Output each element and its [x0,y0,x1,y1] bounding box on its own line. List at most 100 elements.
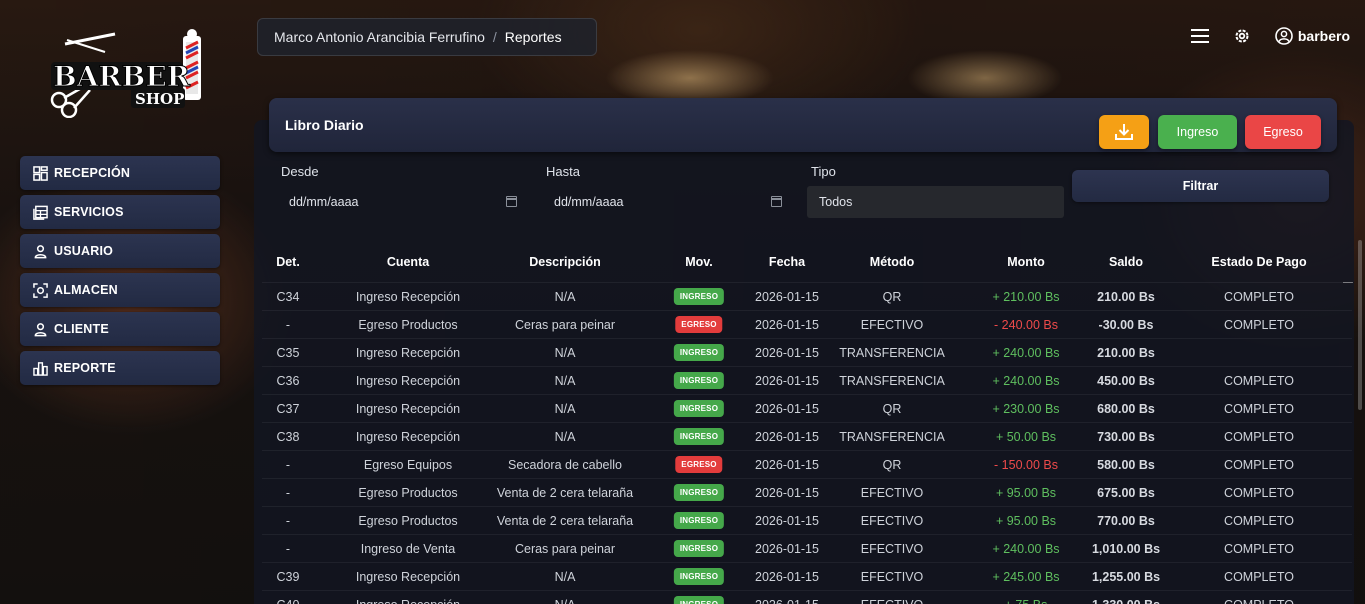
cell-fecha: 2026-01-15 [755,430,819,444]
cell-fecha: 2026-01-15 [755,346,819,360]
cell-monto: + 245.00 Bs [992,570,1060,584]
cell-det: - [285,542,291,556]
desde-date-input[interactable]: dd/mm/aaaa [281,186,525,218]
cell-saldo: 675.00 Bs [1097,486,1155,500]
mov-badge: INGRESO [673,372,725,389]
cell-desc: Ceras para peinar [514,542,616,556]
table-row[interactable]: - Egreso Equipos Secadora de cabello EGRESO… [262,450,1352,478]
sidebar-item-label: RECEPCIÓN [54,166,131,180]
calendar-icon[interactable] [771,196,782,207]
cell-estado: COMPLETO [1224,542,1294,556]
cell-estado: COMPLETO [1224,486,1294,500]
cell-saldo: 1,010.00 Bs [1091,542,1161,556]
calendar-icon[interactable] [506,196,517,207]
table-row[interactable]: C40 Ingreso Recepción N/A INGRESO 2026-01-15… [262,590,1352,604]
sidebar-item-label: REPORTE [54,361,116,375]
sidebar-item-servicios[interactable]: SERVICIOS [20,195,220,229]
cell-saldo: 210.00 Bs [1097,290,1155,304]
cell-saldo: 580.00 Bs [1097,458,1155,472]
mov-badge: INGRESO [673,484,725,501]
gear-icon[interactable] [1232,26,1252,46]
tipo-value: Todos [819,195,853,209]
username-label[interactable]: barbero [1298,28,1350,44]
cell-monto: + 240.00 Bs [992,374,1060,388]
sidebar-item-label: ALMACEN [54,283,118,297]
cell-det: C40 [277,598,300,604]
cell-metodo: EFECTIVO [860,514,924,528]
cell-saldo: -30.00 Bs [1098,318,1154,332]
table-row[interactable]: - Egreso Productos Ceras para peinar EGRESO… [262,310,1352,338]
hasta-date-input[interactable]: dd/mm/aaaa [546,186,790,218]
cell-saldo: 1,255.00 Bs [1091,570,1161,584]
mov-badge: EGRESO [675,456,723,473]
table-row[interactable]: C38 Ingreso Recepción N/A INGRESO 2026-01-15… [262,422,1352,450]
sidebar-item-usuario[interactable]: USUARIO [20,234,220,268]
cell-monto: - 240.00 Bs [994,318,1058,332]
mov-badge: EGRESO [675,316,723,333]
table-row[interactable]: - Egreso Productos Venta de 2 cera telarañ… [262,506,1352,534]
cell-desc: Venta de 2 cera telaraña [496,514,634,528]
col-saldo: Saldo [1108,255,1144,269]
sidebar-item-label: SERVICIOS [54,205,124,219]
cell-fecha: 2026-01-15 [755,374,819,388]
egreso-button[interactable]: Egreso [1245,115,1321,149]
cell-metodo: QR [882,402,902,416]
sidebar-item-almacen[interactable]: ALMACEN [20,273,220,307]
hasta-value: dd/mm/aaaa [554,195,624,209]
cell-metodo: EFECTIVO [860,318,924,332]
ingreso-button[interactable]: Ingreso [1158,115,1237,149]
cell-monto: + 95.00 Bs [995,486,1057,500]
sidebar-item-label: CLIENTE [54,322,109,336]
cell-det: - [285,318,291,332]
col-descripcion: Descripción [529,255,601,269]
cell-cuenta: Ingreso Recepción [355,290,461,304]
user-circle-icon[interactable] [1274,26,1294,46]
cell-cuenta: Ingreso Recepción [355,402,461,416]
table-row[interactable]: C37 Ingreso Recepción N/A INGRESO 2026-01-15… [262,394,1352,422]
menu-icon[interactable] [1190,26,1210,46]
cell-metodo: TRANSFERENCIA [839,374,945,388]
col-estado: Estado De Pago [1211,255,1307,269]
table-row[interactable]: C36 Ingreso Recepción N/A INGRESO 2026-01-15… [262,366,1352,394]
cell-monto: + 240.00 Bs [992,542,1060,556]
col-cuenta: Cuenta [386,255,430,269]
download-button[interactable] [1099,115,1149,149]
cell-metodo: QR [882,458,902,472]
scrollbar[interactable] [1358,240,1362,410]
cell-fecha: 2026-01-15 [755,570,819,584]
warehouse-scan-icon [33,282,48,298]
filter-button[interactable]: Filtrar [1072,170,1329,202]
desde-value: dd/mm/aaaa [289,195,359,209]
cell-cuenta: Ingreso Recepción [355,374,461,388]
cell-metodo: TRANSFERENCIA [839,430,945,444]
sidebar-item-recepcion[interactable]: RECEPCIÓN [20,156,220,190]
cell-desc: N/A [554,570,576,584]
mov-badge: INGRESO [673,288,725,305]
cell-monto: + 50.00 Bs [995,430,1057,444]
cell-monto: + 75 Bs [1005,598,1048,604]
cell-cuenta: Egreso Productos [358,514,458,528]
cell-desc: Venta de 2 cera telaraña [496,486,634,500]
cell-monto: - 150.00 Bs [994,458,1058,472]
cell-det: - [285,458,291,472]
cell-estado: COMPLETO [1224,430,1294,444]
tipo-select[interactable]: Todos [807,186,1064,218]
breadcrumb-parent[interactable]: Marco Antonio Arancibia Ferrufino [274,29,485,45]
col-fecha: Fecha [768,255,806,269]
table-row[interactable]: C35 Ingreso Recepción N/A INGRESO 2026-01-15… [262,338,1352,366]
breadcrumb-separator: / [492,29,497,45]
cell-fecha: 2026-01-15 [755,402,819,416]
cell-fecha: 2026-01-15 [755,486,819,500]
table-row[interactable]: C39 Ingreso Recepción N/A INGRESO 2026-01-15… [262,562,1352,590]
table-row[interactable]: - Ingreso de Venta Ceras para peinar INGRES… [262,534,1352,562]
sidebar-item-reporte[interactable]: REPORTE [20,351,220,385]
sidebar-item-cliente[interactable]: CLIENTE [20,312,220,346]
table-row[interactable]: - Egreso Productos Venta de 2 cera telarañ… [262,478,1352,506]
cell-fecha: 2026-01-15 [755,318,819,332]
cell-cuenta: Ingreso de Venta [360,542,456,556]
cell-saldo: 770.00 Bs [1097,514,1155,528]
cell-monto: + 95.00 Bs [995,514,1057,528]
col-mov: Mov. [685,255,713,269]
table-row[interactable]: C34 Ingreso Recepción N/A INGRESO 2026-01-15… [262,282,1352,310]
mov-badge: INGRESO [673,400,725,417]
